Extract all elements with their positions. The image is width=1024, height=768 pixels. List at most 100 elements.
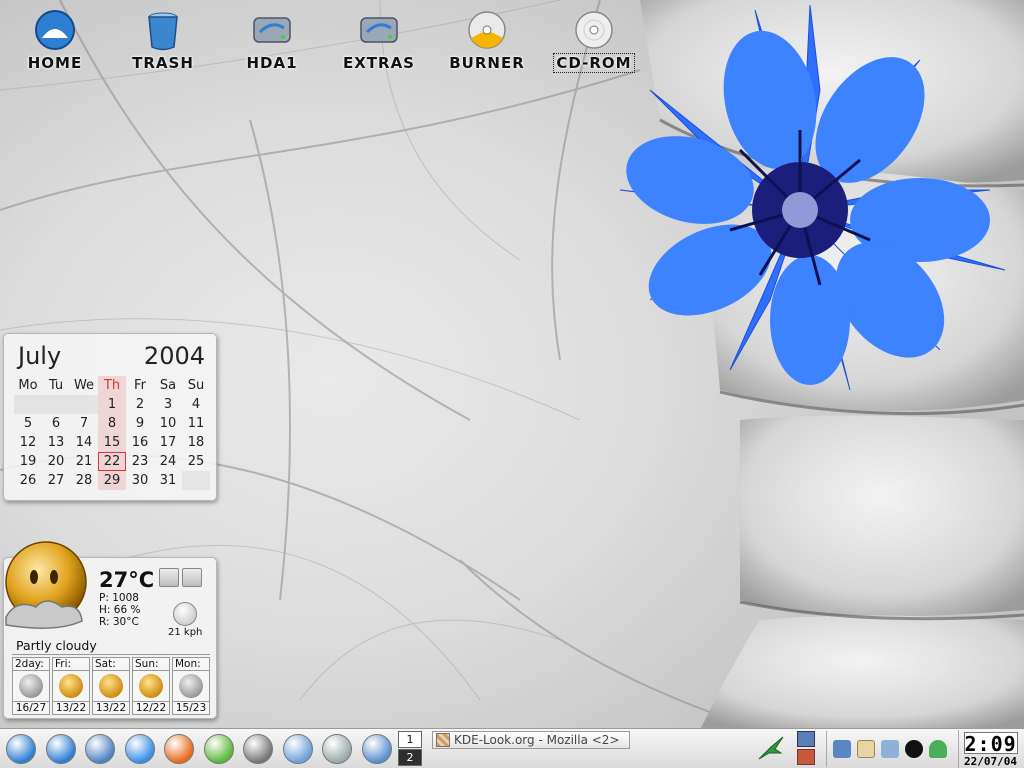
kde-look-favicon-icon	[436, 733, 450, 747]
forecast-range: 15/23	[173, 701, 209, 714]
clock[interactable]: 2:09 22/07/04	[958, 730, 1022, 768]
konqueror-icon[interactable]	[124, 734, 155, 764]
calendar-day[interactable]: 23	[126, 452, 154, 471]
calendar-day[interactable]: 11	[182, 414, 210, 433]
kmenu-icon[interactable]	[6, 734, 36, 764]
desktop-icon-burner[interactable]: BURNER	[439, 8, 535, 74]
home-icon	[35, 10, 75, 50]
calendar-day[interactable]: 28	[70, 471, 98, 490]
calendar-day[interactable]: 6	[42, 414, 70, 433]
forecast-day-label: Sun:	[133, 658, 169, 671]
calendar-day[interactable]: 2	[126, 395, 154, 414]
calendar-day[interactable]: 24	[154, 452, 182, 471]
find-icon[interactable]	[361, 734, 392, 764]
calendar-weekday: Fr	[134, 378, 146, 393]
forecast-day: Fri: 13/22	[52, 657, 90, 715]
bomb-icon[interactable]	[905, 740, 923, 758]
forecast-day: Sat: 13/22	[92, 657, 130, 715]
user-icon[interactable]	[929, 740, 947, 758]
desktop-icon-label: TRASH	[132, 54, 194, 72]
session-buttons	[797, 731, 819, 767]
control-center-icon[interactable]	[282, 734, 313, 764]
desktop-icon-home[interactable]: HOME	[7, 8, 103, 74]
calendar-day[interactable]: 21	[70, 452, 98, 471]
cd-burner-icon	[468, 11, 506, 49]
calendar-day[interactable]: 10	[154, 414, 182, 433]
calendar-day-today[interactable]: 22	[98, 452, 126, 471]
paint-icon[interactable]	[322, 734, 352, 764]
settings-gear-icon[interactable]	[203, 734, 234, 764]
hard-disk-icon	[360, 17, 398, 43]
calendar-day[interactable]: 30	[126, 471, 154, 490]
calendar-month: July	[18, 342, 62, 370]
taskbar-item-mozilla[interactable]: KDE-Look.org - Mozilla <2>	[432, 731, 630, 749]
lock-screen-icon[interactable]	[797, 731, 815, 747]
forecast-range: 13/22	[93, 701, 129, 714]
calendar-day[interactable]: 1	[98, 395, 126, 414]
hummingbird-icon[interactable]	[755, 733, 787, 765]
volume-icon[interactable]	[881, 740, 899, 758]
mozilla-icon[interactable]	[164, 734, 194, 764]
calendar-day[interactable]: 12	[14, 433, 42, 452]
calendar-day[interactable]: 9	[126, 414, 154, 433]
calendar-day[interactable]: 3	[154, 395, 182, 414]
calendar-weekday: Tu	[48, 378, 64, 393]
calendar-day[interactable]: 15	[98, 433, 126, 452]
weather-condition: Partly cloudy	[16, 638, 97, 653]
weather-details: P: 1008 H: 66 % R: 30°C	[99, 592, 140, 628]
calendar-day[interactable]: 26	[14, 471, 42, 490]
forecast-day: Sun: 12/22	[132, 657, 170, 715]
desktop-icon-label: BURNER	[449, 54, 525, 72]
calendar-day[interactable]: 19	[14, 452, 42, 471]
weather-pressure: P: 1008	[99, 592, 139, 604]
calendar-day[interactable]: 14	[70, 433, 98, 452]
calendar-day[interactable]: 25	[182, 452, 210, 471]
calendar-day[interactable]: 18	[182, 433, 210, 452]
calendar-day[interactable]: 31	[154, 471, 182, 490]
forecast-range: 13/22	[53, 701, 89, 714]
pager-desktop-1[interactable]: 1	[398, 731, 422, 748]
klipper-icon[interactable]	[833, 740, 851, 758]
weather-settings-button[interactable]	[182, 568, 202, 587]
sunny-icon	[59, 674, 83, 698]
desktop-icon-hda1[interactable]: HDA1	[224, 8, 320, 74]
calendar-day	[42, 395, 70, 414]
kde-panel: 1 2 KDE-Look.org - Mozilla <2> 2:09 22/0…	[0, 728, 1024, 768]
calendar-day	[70, 395, 98, 414]
calendar-day[interactable]: 13	[42, 433, 70, 452]
calendar-day[interactable]: 20	[42, 452, 70, 471]
desktop-icon-label: EXTRAS	[342, 54, 415, 72]
kde-look-icon[interactable]	[857, 740, 875, 758]
home-icon[interactable]	[45, 734, 76, 764]
pager-desktop-2[interactable]: 2	[398, 749, 422, 766]
desktop-icon[interactable]	[85, 734, 115, 764]
calendar-day[interactable]: 17	[154, 433, 182, 452]
sunny-icon	[99, 674, 123, 698]
calendar-day[interactable]: 16	[126, 433, 154, 452]
calendar-day[interactable]: 29	[98, 471, 126, 490]
calendar-day	[182, 471, 210, 490]
forecast-range: 16/27	[13, 701, 49, 714]
weather-wind-speed: 21 kph	[168, 627, 203, 638]
desktop-icon-label: CD-ROM	[553, 53, 635, 73]
calendar-day	[14, 395, 42, 414]
calendar-day[interactable]: 4	[182, 395, 210, 414]
calendar-weekday: Su	[187, 378, 205, 393]
forecast-day-label: 2day:	[13, 658, 49, 671]
desktop-icon-extras[interactable]: EXTRAS	[331, 8, 427, 74]
desktop-icon-cd-rom[interactable]: CD-ROM	[546, 8, 642, 74]
desktop-icon-trash[interactable]: TRASH	[115, 8, 211, 74]
weather-location-button[interactable]	[159, 568, 179, 587]
headset-icon[interactable]	[243, 734, 273, 764]
system-tray	[826, 731, 953, 767]
calendar-day[interactable]: 8	[98, 414, 126, 433]
partly-cloudy-icon	[179, 674, 203, 698]
calendar-day[interactable]: 7	[70, 414, 98, 433]
calendar-widget[interactable]: July 2004 Mo Tu We Th Fr Sa Su 1 2 3 4 5 6 7 8 9 10 11 12 1…	[3, 333, 217, 501]
logout-icon[interactable]	[797, 749, 815, 765]
forecast-day: 2day: 16/27	[12, 657, 50, 715]
calendar-day[interactable]: 5	[14, 414, 42, 433]
clock-time: 2:09	[963, 732, 1018, 756]
calendar-day[interactable]: 27	[42, 471, 70, 490]
partly-cloudy-icon	[19, 674, 43, 698]
